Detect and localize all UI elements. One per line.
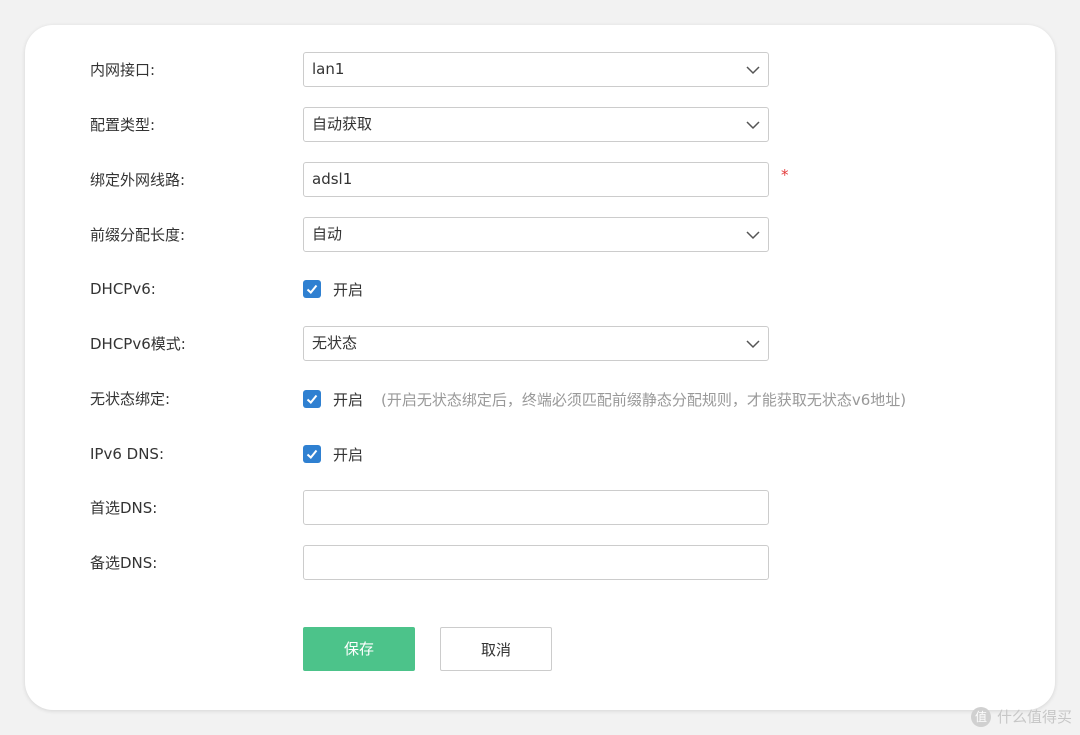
- primary-dns-input[interactable]: [303, 490, 769, 525]
- dhcpv6-mode-row: DHCPv6模式: 无状态: [25, 326, 1055, 362]
- secondary-dns-row: 备选DNS:: [25, 545, 1055, 581]
- lan-interface-select[interactable]: lan1: [303, 52, 769, 87]
- prefix-length-value: 自动: [312, 225, 343, 243]
- checkmark-icon: [306, 394, 318, 404]
- dhcpv6-option-label: 开启: [333, 280, 364, 299]
- dhcpv6-checkbox[interactable]: [303, 280, 321, 298]
- cancel-button[interactable]: 取消: [440, 627, 552, 671]
- checkmark-icon: [306, 284, 318, 294]
- lan-interface-row: 内网接口: lan1: [25, 52, 1055, 88]
- ipv6-dns-label: IPv6 DNS:: [90, 445, 165, 463]
- config-type-value: 自动获取: [312, 115, 373, 133]
- config-type-select[interactable]: 自动获取: [303, 107, 769, 142]
- wan-binding-value: adsl1: [312, 170, 353, 188]
- dhcpv6-mode-label: DHCPv6模式:: [90, 335, 186, 353]
- settings-card: 内网接口: lan1 配置类型: 自动获取 绑定外网线路: adsl1 * 前缀…: [25, 25, 1055, 710]
- ipv6-dns-option-label: 开启: [333, 445, 364, 464]
- secondary-dns-label: 备选DNS:: [90, 554, 158, 572]
- config-type-label: 配置类型:: [90, 116, 156, 134]
- required-asterisk: *: [781, 166, 789, 184]
- stateless-binding-checkbox[interactable]: [303, 390, 321, 408]
- ipv6-dns-checkbox-group: 开启: [303, 436, 363, 472]
- watermark-logo-icon: 值: [970, 706, 991, 727]
- chevron-down-icon: [746, 231, 760, 240]
- checkmark-icon: [306, 449, 318, 459]
- primary-dns-row: 首选DNS:: [25, 490, 1055, 526]
- stateless-binding-label: 无状态绑定:: [90, 390, 171, 408]
- dhcpv6-row: DHCPv6: 开启: [25, 271, 1055, 307]
- stateless-binding-option-label: 开启: [333, 390, 364, 409]
- wan-binding-label: 绑定外网线路:: [90, 171, 186, 189]
- ipv6-dns-row: IPv6 DNS: 开启: [25, 436, 1055, 472]
- stateless-binding-checkbox-group: 开启 (开启无状态绑定后，终端必须匹配前缀静态分配规则，才能获取无状态v6地址): [303, 381, 906, 417]
- prefix-length-select[interactable]: 自动: [303, 217, 769, 252]
- chevron-down-icon: [746, 340, 760, 349]
- watermark-text: 什么值得买: [996, 708, 1072, 726]
- chevron-down-icon: [746, 121, 760, 130]
- lan-interface-label: 内网接口:: [90, 61, 156, 79]
- stateless-binding-row: 无状态绑定: 开启 (开启无状态绑定后，终端必须匹配前缀静态分配规则，才能获取无…: [25, 381, 1055, 417]
- primary-dns-label: 首选DNS:: [90, 499, 158, 517]
- dhcpv6-label: DHCPv6:: [90, 280, 156, 298]
- lan-interface-value: lan1: [312, 60, 345, 78]
- wan-binding-row: 绑定外网线路: adsl1 *: [25, 162, 1055, 198]
- ipv6-dns-checkbox[interactable]: [303, 445, 321, 463]
- secondary-dns-input[interactable]: [303, 545, 769, 580]
- dhcpv6-mode-select[interactable]: 无状态: [303, 326, 769, 361]
- stateless-binding-hint: (开启无状态绑定后，终端必须匹配前缀静态分配规则，才能获取无状态v6地址): [381, 390, 907, 409]
- save-button[interactable]: 保存: [303, 627, 415, 671]
- wan-binding-input[interactable]: adsl1: [303, 162, 769, 197]
- dhcpv6-checkbox-group: 开启: [303, 271, 363, 307]
- watermark: 值 什么值得买: [970, 706, 1072, 727]
- prefix-length-label: 前缀分配长度:: [90, 226, 186, 244]
- chevron-down-icon: [746, 66, 760, 75]
- dhcpv6-mode-value: 无状态: [312, 334, 358, 352]
- config-type-row: 配置类型: 自动获取: [25, 107, 1055, 143]
- prefix-length-row: 前缀分配长度: 自动: [25, 217, 1055, 253]
